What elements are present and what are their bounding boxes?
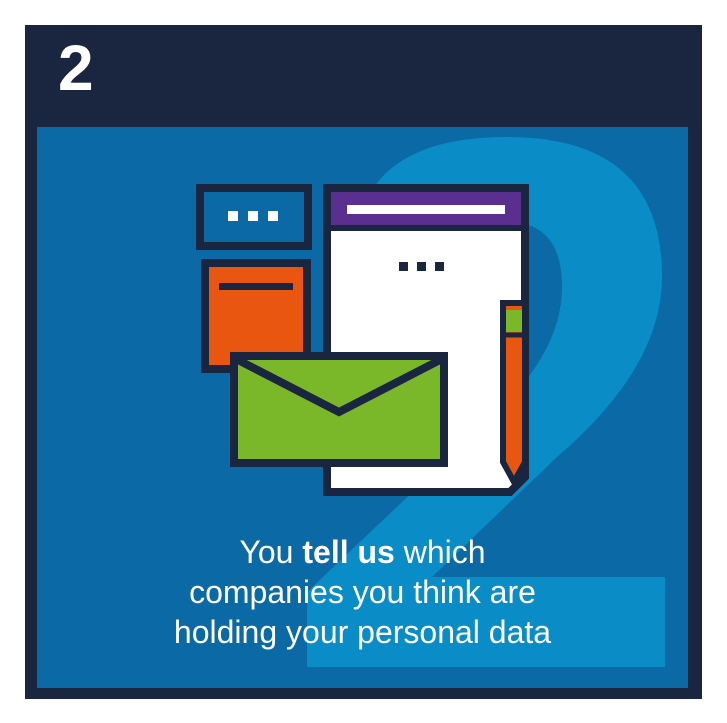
caption-line-2: companies you think are (189, 574, 536, 610)
envelope-icon (230, 352, 448, 467)
caption-line-1: You tell us which (37, 532, 688, 572)
caption-text: You tell us which companies you think ar… (37, 532, 688, 652)
caption-line-1-end: which (394, 534, 486, 570)
pencil-icon (500, 300, 528, 489)
step-number: 2 (58, 32, 94, 104)
caption-line-1-start: You (239, 534, 303, 570)
message-window-icon (196, 184, 312, 250)
caption-line-3: holding your personal data (173, 614, 552, 650)
caption-emphasis: tell us (302, 534, 395, 570)
